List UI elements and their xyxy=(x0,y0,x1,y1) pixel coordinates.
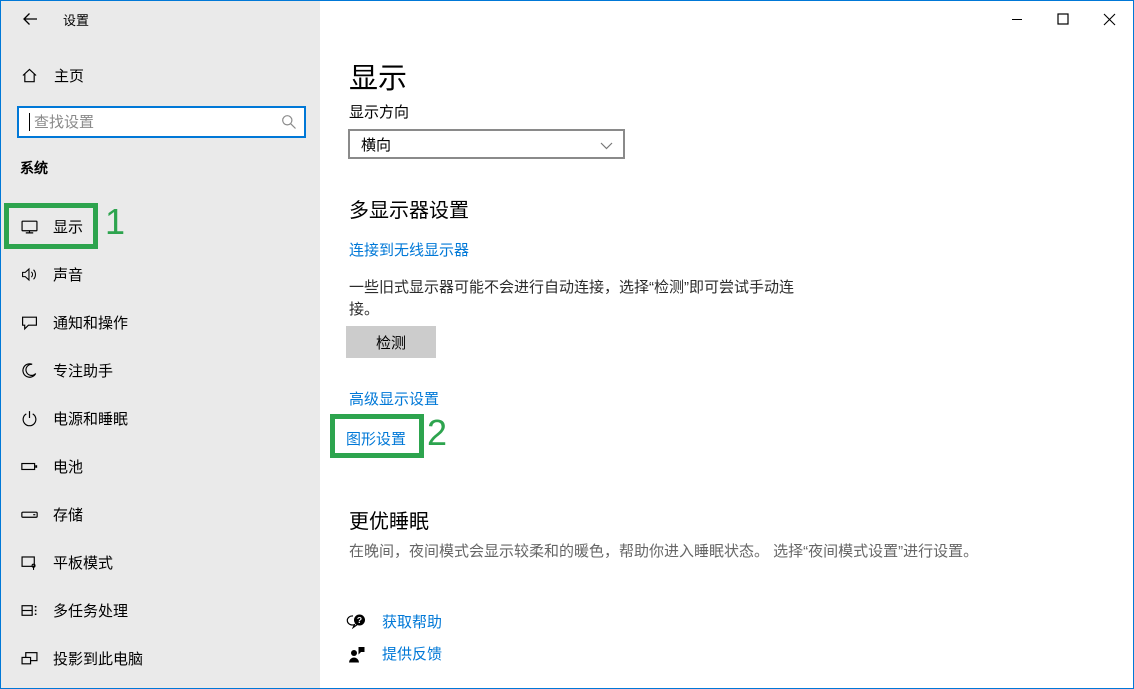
multi-display-description: 一些旧式显示器可能不会进行自动连接，选择“检测”即可尝试手动连接。 xyxy=(349,277,814,321)
advanced-display-link[interactable]: 高级显示设置 xyxy=(349,388,439,409)
search-input[interactable] xyxy=(17,106,306,138)
help-bubble-icon: ? xyxy=(346,612,368,632)
sidebar-item-label: 电源和睡眠 xyxy=(53,408,128,429)
power-sleep-icon xyxy=(21,410,38,427)
sidebar-item-label: 显示 xyxy=(53,216,83,237)
sound-icon xyxy=(21,266,38,283)
feedback-link[interactable]: 提供反馈 xyxy=(346,643,442,664)
minimize-icon xyxy=(1011,13,1023,25)
multi-display-heading: 多显示器设置 xyxy=(349,194,469,223)
chevron-down-icon xyxy=(600,142,613,150)
maximize-button[interactable] xyxy=(1040,2,1086,36)
wireless-display-link[interactable]: 连接到无线显示器 xyxy=(349,239,469,260)
get-help-label: 获取帮助 xyxy=(382,611,442,632)
graphics-settings-link[interactable]: 图形设置 xyxy=(346,428,406,449)
text-caret xyxy=(29,113,30,131)
sidebar-item-label: 多任务处理 xyxy=(53,600,128,621)
sidebar-item-storage[interactable]: 存储 xyxy=(1,494,320,534)
settings-window: 设置 主页 系统 xyxy=(0,0,1134,689)
sleep-heading: 更优睡眠 xyxy=(349,505,429,534)
sidebar-item-power-sleep[interactable]: 电源和睡眠 xyxy=(1,398,320,438)
tablet-mode-icon xyxy=(21,554,38,571)
sidebar-item-label: 平板模式 xyxy=(53,552,113,573)
annotation-number-step2: 2 xyxy=(427,415,447,451)
display-icon xyxy=(21,218,38,235)
orientation-label: 显示方向 xyxy=(349,101,409,122)
sidebar-item-label: 专注助手 xyxy=(53,360,113,381)
maximize-icon xyxy=(1057,13,1069,25)
projecting-icon xyxy=(21,650,38,667)
sidebar-item-notifications[interactable]: 通知和操作 xyxy=(1,302,320,342)
orientation-select[interactable]: 横向 xyxy=(348,129,625,159)
storage-icon xyxy=(21,506,38,523)
sidebar-section-system: 系统 xyxy=(20,158,48,178)
minimize-button[interactable] xyxy=(994,2,1040,36)
sleep-description: 在晚间，夜间模式会显示较柔和的暖色，帮助你进入睡眠状态。 选择“夜间模式设置”进… xyxy=(349,541,1049,563)
sidebar-home-label: 主页 xyxy=(54,65,84,86)
page-title: 显示 xyxy=(349,55,407,97)
svg-text:?: ? xyxy=(357,614,362,624)
home-icon xyxy=(21,67,38,84)
sidebar xyxy=(1,1,320,688)
sidebar-item-label: 通知和操作 xyxy=(53,312,128,333)
sidebar-item-projecting[interactable]: 投影到此电脑 xyxy=(1,638,320,678)
focus-assist-icon xyxy=(21,362,38,379)
sidebar-item-sound[interactable]: 声音 xyxy=(1,254,320,294)
sidebar-item-battery[interactable]: 电池 xyxy=(1,446,320,486)
detect-button[interactable]: 检测 xyxy=(346,326,436,358)
sidebar-item-home[interactable]: 主页 xyxy=(1,59,320,91)
battery-icon xyxy=(21,458,38,475)
feedback-person-icon xyxy=(346,644,368,664)
search-box xyxy=(17,106,306,138)
feedback-label: 提供反馈 xyxy=(382,643,442,664)
sidebar-item-label: 电池 xyxy=(53,456,83,477)
search-icon xyxy=(281,114,297,130)
back-button[interactable] xyxy=(15,7,45,31)
sidebar-item-focus-assist[interactable]: 专注助手 xyxy=(1,350,320,390)
sidebar-item-multitasking[interactable]: 多任务处理 xyxy=(1,590,320,630)
orientation-value: 横向 xyxy=(361,134,391,155)
close-icon xyxy=(1103,13,1116,26)
back-arrow-icon xyxy=(22,11,38,27)
multitasking-icon xyxy=(21,602,38,619)
window-controls xyxy=(994,2,1132,36)
sidebar-item-label: 声音 xyxy=(53,264,83,285)
sidebar-item-tablet-mode[interactable]: 平板模式 xyxy=(1,542,320,582)
notifications-icon xyxy=(21,314,38,331)
sidebar-item-label: 投影到此电脑 xyxy=(53,648,143,669)
app-title: 设置 xyxy=(63,10,89,29)
close-button[interactable] xyxy=(1086,2,1132,36)
sidebar-item-display[interactable]: 显示 xyxy=(1,206,320,246)
get-help-link[interactable]: ? 获取帮助 xyxy=(346,611,442,632)
sidebar-item-label: 存储 xyxy=(53,504,83,525)
